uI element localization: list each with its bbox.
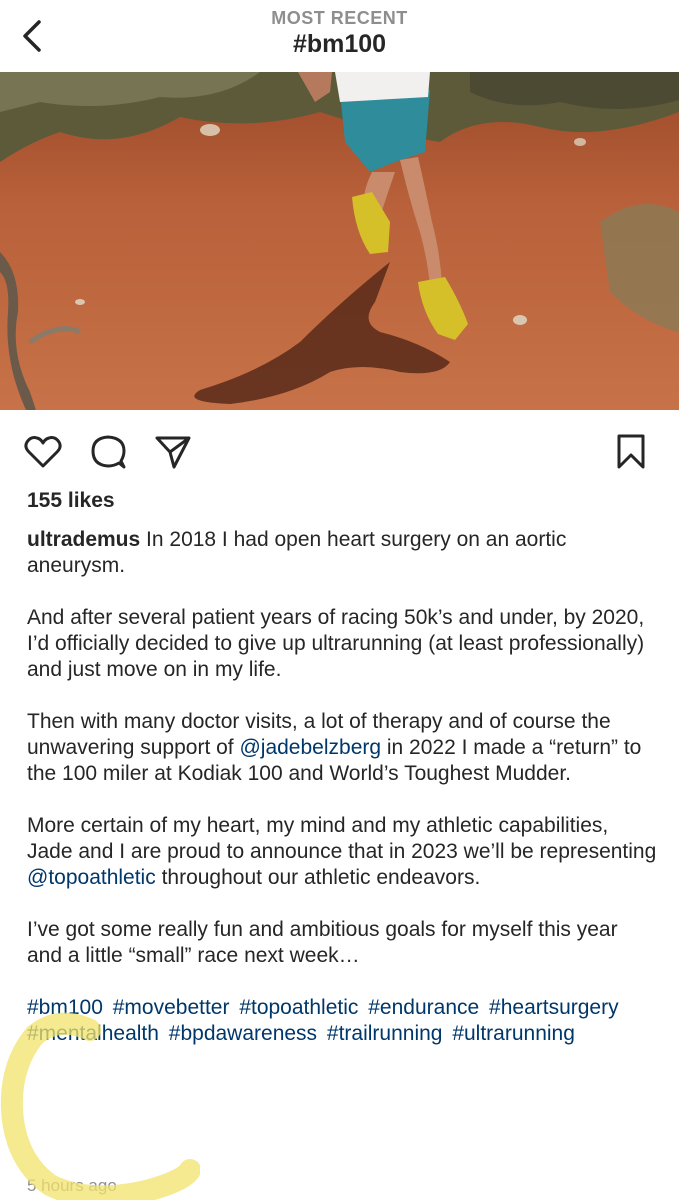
caption-paragraph: I’ve got some really fun and ambitious g… — [27, 918, 618, 967]
like-button[interactable] — [23, 432, 63, 472]
heart-icon — [24, 436, 62, 468]
post-timestamp: 5 hours ago — [27, 1176, 117, 1195]
caption-paragraph: And after several patient years of racin… — [27, 606, 645, 681]
post-photo-art — [0, 72, 679, 410]
header-subtitle: MOST RECENT — [271, 8, 408, 28]
send-icon — [155, 436, 191, 469]
save-button[interactable] — [611, 432, 651, 472]
share-button[interactable] — [153, 432, 193, 472]
caption-paragraph: More certain of my heart, my mind and my… — [27, 813, 657, 891]
caption-text: More certain of my heart, my mind and my… — [27, 814, 657, 863]
hashtag-link[interactable]: #bpdawareness — [169, 1022, 317, 1045]
caption-paragraph: Then with many doctor visits, a lot of t… — [27, 709, 657, 787]
likes-count[interactable]: 155 likes — [27, 489, 115, 513]
bookmark-icon — [617, 434, 645, 469]
mention-link[interactable]: @topoathletic — [27, 866, 156, 889]
caption-text: throughout our athletic endeavors. — [155, 866, 481, 889]
post-actions — [0, 410, 679, 492]
hashtag-link[interactable]: #movebetter — [113, 996, 230, 1019]
hashtag-link[interactable]: #trailrunning — [327, 1022, 443, 1045]
username-link[interactable]: ultrademus — [27, 528, 140, 551]
hashtag-link[interactable]: #bm100 — [27, 996, 103, 1019]
mention-link[interactable]: @jadebelzberg — [239, 736, 381, 759]
hashtag-link[interactable]: #topoathletic — [239, 996, 358, 1019]
top-bar: MOST RECENT #bm100 — [0, 0, 679, 72]
caption-paragraph: ultrademus In 2018 I had open heart surg… — [27, 527, 657, 579]
hashtag-link[interactable]: #endurance — [368, 996, 479, 1019]
comment-icon — [91, 435, 126, 469]
hashtag-link[interactable]: #mentalhealth — [27, 1022, 159, 1045]
post-image[interactable] — [0, 72, 679, 410]
comment-button[interactable] — [88, 432, 128, 472]
page-title: #bm100 — [292, 30, 387, 58]
hashtag-list: #bm100 #movebetter #topoathletic #endura… — [27, 995, 657, 1047]
hashtag-link[interactable]: #ultrarunning — [452, 1022, 575, 1045]
post-caption: ultrademus In 2018 I had open heart surg… — [27, 527, 657, 1073]
hashtag-link[interactable]: #heartsurgery — [489, 996, 619, 1019]
